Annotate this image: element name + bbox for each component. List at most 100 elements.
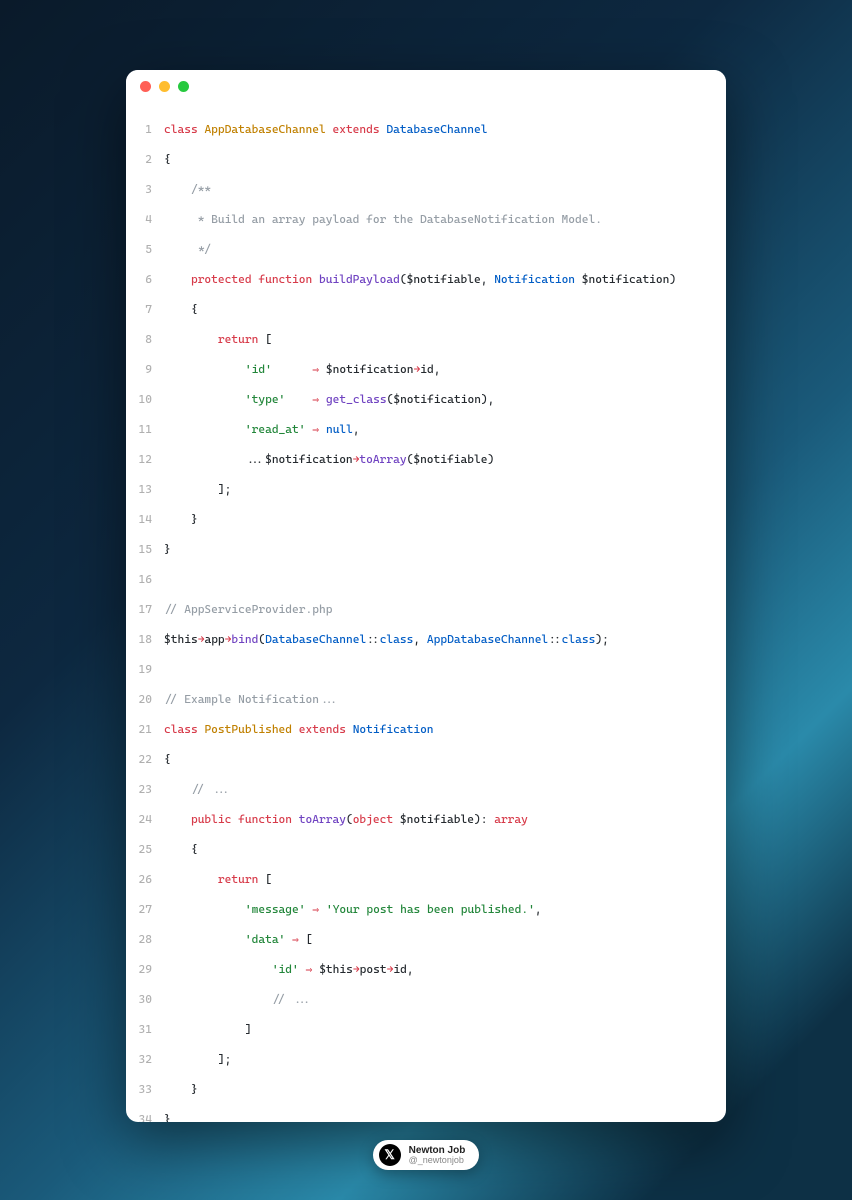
line-content: ]; (164, 1044, 726, 1074)
code-line: 1class AppDatabaseChannel extends Databa… (126, 114, 726, 144)
line-number: 31 (126, 1014, 164, 1044)
line-content: } (164, 534, 726, 564)
x-icon: 𝕏 (379, 1144, 401, 1166)
code-line: 15} (126, 534, 726, 564)
code-line: 5 */ (126, 234, 726, 264)
line-content: 'message' ⇒ 'Your post has been publishe… (164, 894, 726, 924)
line-number: 13 (126, 474, 164, 504)
line-number: 1 (126, 114, 164, 144)
code-line: 10 'type' ⇒ get_class($notification), (126, 384, 726, 414)
line-content: { (164, 294, 726, 324)
line-content: { (164, 144, 726, 174)
code-line: 23 // ... (126, 774, 726, 804)
line-content: /** (164, 174, 726, 204)
line-content: } (164, 504, 726, 534)
code-line: 26 return [ (126, 864, 726, 894)
line-content: // AppServiceProvider.php (164, 594, 726, 624)
code-line: 20// Example Notification... (126, 684, 726, 714)
window-titlebar (126, 70, 726, 102)
line-number: 25 (126, 834, 164, 864)
code-line: 25 { (126, 834, 726, 864)
code-window: 1class AppDatabaseChannel extends Databa… (126, 70, 726, 1122)
code-line: 27 'message' ⇒ 'Your post has been publi… (126, 894, 726, 924)
code-line: 19 (126, 654, 726, 684)
line-content: 'read_at' ⇒ null, (164, 414, 726, 444)
line-number: 14 (126, 504, 164, 534)
line-content: 'data' ⇒ [ (164, 924, 726, 954)
line-number: 33 (126, 1074, 164, 1104)
line-content: 'type' ⇒ get_class($notification), (164, 384, 726, 414)
line-content: 'id' ⇒ $notification→id, (164, 354, 726, 384)
line-number: 28 (126, 924, 164, 954)
author-badge: 𝕏 Newton Job @_newtonjob (373, 1140, 480, 1170)
line-number: 2 (126, 144, 164, 174)
line-number: 19 (126, 654, 164, 684)
code-line: 12 ...$notification→toArray($notifiable) (126, 444, 726, 474)
line-content: } (164, 1074, 726, 1104)
code-line: 33 } (126, 1074, 726, 1104)
line-number: 32 (126, 1044, 164, 1074)
code-line: 24 public function toArray(object $notif… (126, 804, 726, 834)
line-number: 17 (126, 594, 164, 624)
line-number: 16 (126, 564, 164, 594)
line-content: * Build an array payload for the Databas… (164, 204, 726, 234)
line-number: 4 (126, 204, 164, 234)
line-content: ] (164, 1014, 726, 1044)
line-number: 11 (126, 414, 164, 444)
line-content: // ... (164, 774, 726, 804)
line-number: 8 (126, 324, 164, 354)
code-line: 30 // ... (126, 984, 726, 1014)
close-icon (140, 81, 151, 92)
code-line: 6 protected function buildPayload($notif… (126, 264, 726, 294)
code-line: 7 { (126, 294, 726, 324)
code-line: 34} (126, 1104, 726, 1122)
line-content (164, 654, 726, 684)
line-number: 30 (126, 984, 164, 1014)
code-line: 9 'id' ⇒ $notification→id, (126, 354, 726, 384)
line-content: ...$notification→toArray($notifiable) (164, 444, 726, 474)
code-line: 32 ]; (126, 1044, 726, 1074)
code-body: 1class AppDatabaseChannel extends Databa… (126, 102, 726, 1122)
line-number: 18 (126, 624, 164, 654)
line-number: 5 (126, 234, 164, 264)
line-number: 27 (126, 894, 164, 924)
code-line: 21class PostPublished extends Notificati… (126, 714, 726, 744)
line-number: 9 (126, 354, 164, 384)
line-number: 24 (126, 804, 164, 834)
line-number: 15 (126, 534, 164, 564)
code-line: 16 (126, 564, 726, 594)
code-line: 22{ (126, 744, 726, 774)
line-number: 21 (126, 714, 164, 744)
code-line: 8 return [ (126, 324, 726, 354)
code-line: 3 /** (126, 174, 726, 204)
line-content: // Example Notification... (164, 684, 726, 714)
author-text: Newton Job @_newtonjob (409, 1145, 466, 1166)
code-line: 2{ (126, 144, 726, 174)
line-number: 34 (126, 1104, 164, 1122)
minimize-icon (159, 81, 170, 92)
line-content: return [ (164, 324, 726, 354)
line-content: } (164, 1104, 726, 1122)
line-number: 26 (126, 864, 164, 894)
line-content: return [ (164, 864, 726, 894)
line-content: public function toArray(object $notifiab… (164, 804, 726, 834)
line-content: */ (164, 234, 726, 264)
line-content: $this→app→bind(DatabaseChannel::class, A… (164, 624, 726, 654)
author-handle: @_newtonjob (409, 1156, 466, 1166)
maximize-icon (178, 81, 189, 92)
line-number: 10 (126, 384, 164, 414)
line-content: { (164, 834, 726, 864)
line-content: { (164, 744, 726, 774)
line-number: 6 (126, 264, 164, 294)
author-name: Newton Job (409, 1145, 466, 1156)
code-line: 28 'data' ⇒ [ (126, 924, 726, 954)
line-number: 20 (126, 684, 164, 714)
line-content: 'id' ⇒ $this→post→id, (164, 954, 726, 984)
line-number: 29 (126, 954, 164, 984)
code-line: 31 ] (126, 1014, 726, 1044)
line-number: 3 (126, 174, 164, 204)
line-number: 22 (126, 744, 164, 774)
code-line: 18$this→app→bind(DatabaseChannel::class,… (126, 624, 726, 654)
code-line: 14 } (126, 504, 726, 534)
line-content (164, 564, 726, 594)
